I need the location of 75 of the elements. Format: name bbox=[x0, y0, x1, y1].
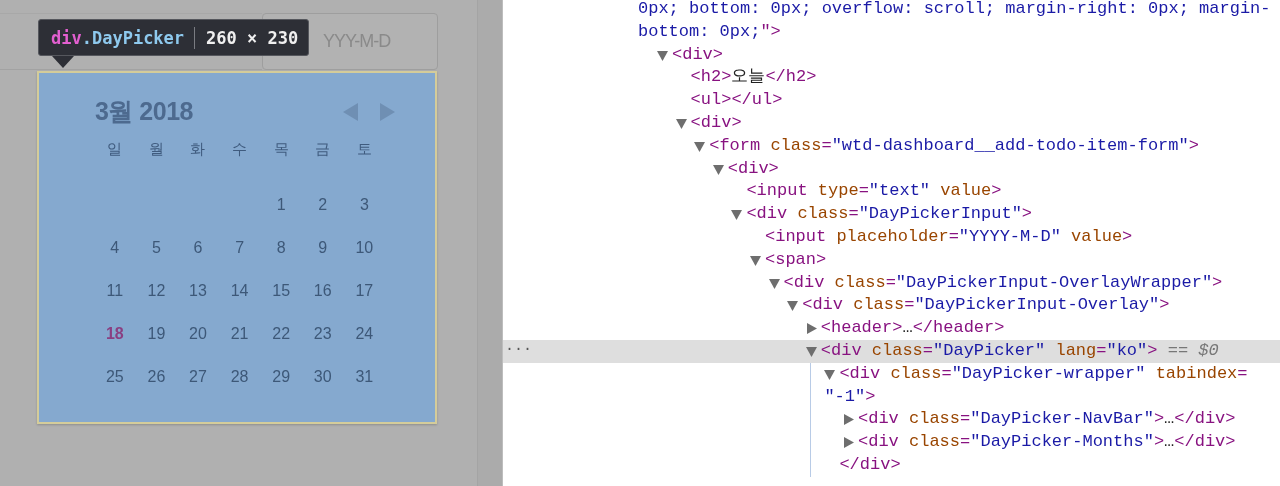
code-line: <div> bbox=[690, 112, 742, 134]
code-line: <div> bbox=[672, 43, 723, 66]
weekday-label: 수 bbox=[231, 140, 249, 159]
calendar-day[interactable]: 31 bbox=[343, 355, 386, 398]
calendar-day[interactable]: 18 bbox=[94, 312, 136, 355]
disclosure-triangle-icon[interactable] bbox=[843, 414, 854, 426]
calendar-day[interactable]: 21 bbox=[218, 312, 261, 355]
code-line: <div class="DayPicker-NavBar">…</div> bbox=[858, 408, 1236, 431]
disclosure-triangle-icon[interactable] bbox=[805, 323, 817, 335]
code-line: <form class="wtd-dashboard__add-todo-item-form"> bbox=[709, 134, 1199, 157]
disclosure-triangle-icon[interactable] bbox=[843, 437, 854, 449]
calendar-day[interactable]: 8 bbox=[260, 226, 302, 269]
calendar-day[interactable]: 23 bbox=[301, 312, 344, 355]
calendar-day[interactable]: 6 bbox=[177, 226, 219, 269]
code-line: <div class="DayPicker-wrapper" tabindex= bbox=[839, 362, 1248, 385]
calendar-day[interactable]: 13 bbox=[177, 269, 219, 312]
inspect-tooltip: div.DayPicker 260 × 230 bbox=[38, 19, 310, 56]
weekday-label: 일 bbox=[106, 140, 124, 159]
disclosure-triangle-icon[interactable] bbox=[805, 345, 817, 357]
calendar-day[interactable]: 15 bbox=[260, 269, 302, 312]
code-line: <div class="DayPickerInput-OverlayWrapper"> bbox=[783, 271, 1223, 294]
code-line: </div> bbox=[839, 453, 901, 476]
code-line: <div class="DayPicker" lang="ko"> == $0 bbox=[820, 339, 1219, 362]
calendar-day[interactable]: 3 bbox=[343, 183, 386, 226]
calendar-day[interactable]: 22 bbox=[260, 312, 302, 355]
calendar-day[interactable]: 5 bbox=[135, 226, 178, 269]
calendar-day[interactable]: 4 bbox=[94, 226, 136, 269]
calendar-day[interactable]: 30 bbox=[301, 355, 344, 398]
code-line: <h2>오늘</h2> bbox=[690, 66, 817, 89]
disclosure-triangle-icon[interactable] bbox=[712, 163, 724, 175]
weekday-label: 목 bbox=[272, 140, 290, 159]
month-caption: 3월 2018 bbox=[95, 96, 193, 127]
calendar-day[interactable]: 19 bbox=[135, 312, 178, 355]
calendar-day[interactable]: 7 bbox=[218, 226, 261, 269]
calendar-day[interactable]: 10 bbox=[343, 226, 386, 269]
more-options-icon[interactable]: ... bbox=[505, 335, 532, 359]
calendar-day[interactable]: 1 bbox=[260, 183, 302, 226]
calendar-day[interactable]: 2 bbox=[301, 183, 344, 226]
calendar-day[interactable]: 26 bbox=[135, 355, 178, 398]
weekday-label: 화 bbox=[189, 140, 207, 159]
disclosure-triangle-icon[interactable] bbox=[768, 277, 780, 289]
code-line: <ul></ul> bbox=[690, 89, 783, 112]
code-line: bottom: 0px;"> bbox=[638, 20, 781, 43]
calendar-day[interactable]: 27 bbox=[177, 355, 219, 398]
disclosure-triangle-icon[interactable] bbox=[750, 254, 761, 266]
disclosure-triangle-icon[interactable] bbox=[675, 118, 687, 129]
calendar-day[interactable]: 14 bbox=[218, 269, 261, 312]
code-line: <div> bbox=[727, 157, 779, 180]
calendar-day[interactable]: 28 bbox=[218, 355, 261, 398]
calendar-day[interactable]: 16 bbox=[301, 269, 344, 312]
weekday-label: 월 bbox=[147, 140, 165, 159]
disclosure-triangle-icon[interactable] bbox=[694, 140, 706, 152]
disclosure-triangle-icon[interactable] bbox=[824, 368, 836, 380]
code-line: <span> bbox=[765, 248, 827, 271]
code-line: <header>…</header> bbox=[820, 317, 1005, 340]
calendar-day[interactable]: 12 bbox=[135, 269, 178, 312]
weekday-label: 금 bbox=[314, 140, 332, 159]
code-line: <div class="DayPickerInput"> bbox=[746, 203, 1033, 226]
code-line: 0px; bottom: 0px; overflow: scroll; margin-right: 0px; margin- bbox=[638, 0, 1271, 20]
calendar-day[interactable]: 11 bbox=[94, 269, 136, 312]
code-line: <input type="text" value> bbox=[746, 180, 1002, 203]
calendar-day[interactable]: 9 bbox=[301, 226, 344, 269]
disclosure-triangle-icon[interactable] bbox=[787, 300, 799, 312]
calendar-day[interactable]: 24 bbox=[343, 312, 386, 355]
calendar-day[interactable]: 17 bbox=[343, 269, 386, 312]
code-line: <div class="DayPicker-Months">…</div> bbox=[858, 431, 1236, 454]
disclosure-triangle-icon[interactable] bbox=[731, 209, 743, 221]
calendar-day[interactable]: 20 bbox=[177, 312, 219, 355]
code-line: "-1"> bbox=[824, 385, 876, 408]
code-line: <div class="DayPickerInput-Overlay"> bbox=[802, 294, 1170, 317]
calendar-day[interactable]: 25 bbox=[94, 355, 136, 398]
weekday-label: 토 bbox=[355, 140, 373, 159]
disclosure-triangle-icon[interactable] bbox=[657, 49, 668, 61]
code-line: <input placeholder="YYYY-M-D" value> bbox=[765, 225, 1133, 248]
calendar-day[interactable]: 29 bbox=[260, 355, 302, 398]
